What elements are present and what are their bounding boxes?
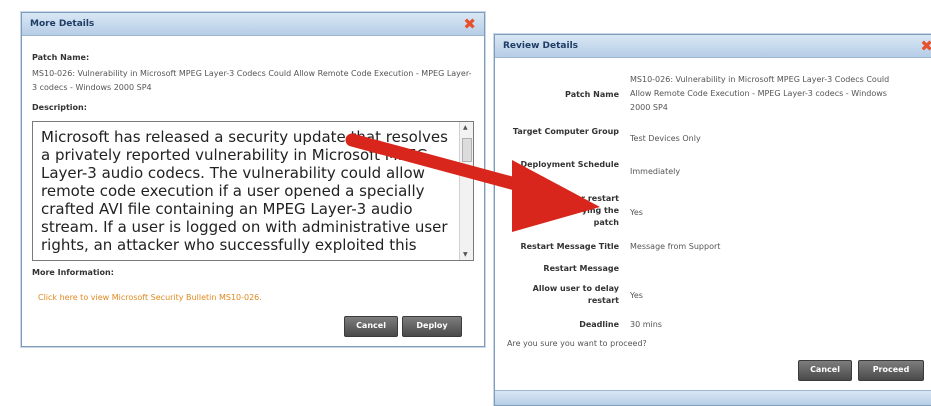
review-label-allow-restart: for restart ying the patch (572, 194, 619, 227)
review-value-deadline: 30 mins (630, 320, 662, 329)
review-label-restart-message: Restart Message (543, 264, 619, 273)
more-details-titlebar: More Details ✖ (22, 13, 484, 36)
close-icon[interactable]: ✖ (920, 35, 931, 57)
review-value-target-group: Test Devices Only (630, 134, 701, 143)
review-details-titlebar: Review Details ✖ (495, 35, 931, 58)
more-information-label: More Information: (32, 268, 114, 277)
review-value-patch-name: MS10-026: Vulnerability in Microsoft MPE… (630, 75, 890, 112)
dialog-footer (495, 390, 931, 405)
description-textarea[interactable]: Microsoft has released a security update… (32, 121, 474, 261)
proceed-button[interactable]: Proceed (858, 360, 924, 381)
review-label-restart-title: Restart Message Title (520, 242, 619, 251)
review-label-deadline: Deadline (579, 320, 619, 329)
review-label-schedule: Deployment Schedule (520, 160, 619, 169)
description-text: Microsoft has released a security update… (41, 128, 448, 254)
scroll-thumb[interactable] (462, 138, 472, 162)
scroll-up-icon[interactable]: ▲ (463, 124, 468, 131)
review-value-delay-restart: Yes (630, 291, 643, 300)
dialog-title: Review Details (503, 41, 579, 51)
patch-name-value: MS10-026: Vulnerability in Microsoft MPE… (32, 69, 472, 92)
cancel-button[interactable]: Cancel (344, 316, 398, 337)
confirm-text: Are you sure you want to proceed? (507, 339, 647, 348)
review-label-delay-restart: Allow user to delay restart (532, 284, 619, 305)
review-label-patch-name: Patch Name (565, 90, 619, 99)
review-value-allow-restart: Yes (630, 208, 643, 217)
patch-name-label: Patch Name: (32, 53, 90, 62)
review-label-target-group: Target Computer Group (512, 127, 619, 136)
description-scrollbar[interactable]: ▲ ▼ (459, 122, 473, 260)
review-details-dialog: Review Details ✖ Patch Name MS10-026: Vu… (494, 34, 931, 406)
deploy-button[interactable]: Deploy (402, 316, 462, 337)
close-icon[interactable]: ✖ (463, 13, 476, 35)
more-details-dialog: More Details ✖ Patch Name: MS10-026: Vul… (21, 12, 485, 347)
description-label: Description: (32, 103, 87, 112)
review-value-restart-title: Message from Support (630, 242, 721, 251)
security-bulletin-link[interactable]: Click here to view Microsoft Security Bu… (38, 293, 262, 302)
scroll-down-icon[interactable]: ▼ (463, 251, 468, 258)
review-value-schedule: Immediately (630, 167, 681, 176)
cancel-button[interactable]: Cancel (798, 360, 852, 381)
dialog-title: More Details (30, 19, 95, 29)
